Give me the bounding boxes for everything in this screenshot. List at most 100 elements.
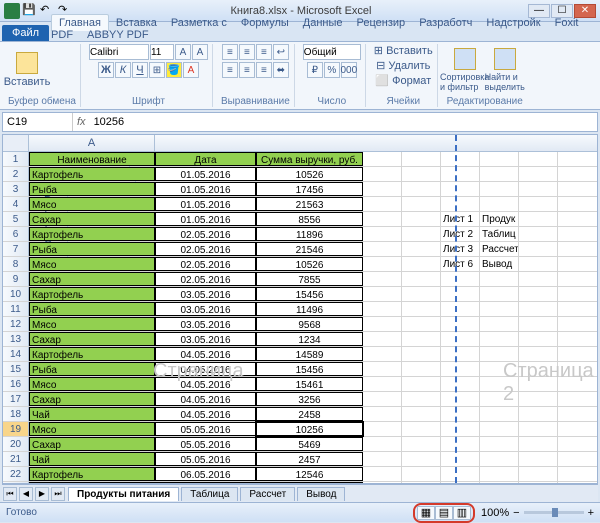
- cell[interactable]: 02.05.2016: [155, 272, 256, 286]
- format-button[interactable]: ⬜ Формат: [375, 74, 431, 87]
- cell[interactable]: 12546: [256, 467, 363, 481]
- cell[interactable]: [441, 452, 480, 466]
- cell[interactable]: [519, 362, 558, 376]
- table-row[interactable]: 9Сахар02.05.20167855: [3, 272, 597, 287]
- cell[interactable]: 15456: [256, 287, 363, 301]
- paste-button[interactable]: Вставить: [8, 46, 46, 94]
- ribbon-tab[interactable]: Формулы: [234, 15, 296, 31]
- cell[interactable]: [402, 212, 441, 226]
- cell[interactable]: [519, 227, 558, 241]
- table-row[interactable]: 18Чай04.05.20162458: [3, 407, 597, 422]
- font-color-icon[interactable]: A: [183, 62, 199, 78]
- row-header[interactable]: 9: [3, 272, 29, 286]
- percent-icon[interactable]: %: [324, 62, 340, 78]
- table-row[interactable]: 8Мясо02.05.201610526Лист 6Вывод: [3, 257, 597, 272]
- cell[interactable]: [363, 152, 402, 166]
- cell[interactable]: [519, 167, 558, 181]
- cell[interactable]: [363, 482, 402, 484]
- cell[interactable]: 05.05.2016: [155, 452, 256, 466]
- tab-first-icon[interactable]: ⏮: [3, 487, 17, 501]
- cell[interactable]: [480, 167, 519, 181]
- cell[interactable]: [402, 362, 441, 376]
- currency-icon[interactable]: ₽: [307, 62, 323, 78]
- cell[interactable]: 10526: [256, 167, 363, 181]
- cell[interactable]: [402, 422, 441, 436]
- cell[interactable]: Мясо: [29, 197, 155, 211]
- cell[interactable]: [363, 467, 402, 481]
- cell[interactable]: Наименование: [29, 152, 155, 166]
- cell[interactable]: Сахар: [29, 332, 155, 346]
- row-header[interactable]: 19: [3, 422, 29, 436]
- cell[interactable]: [402, 197, 441, 211]
- cell[interactable]: Рыба: [29, 242, 155, 256]
- cell[interactable]: [480, 362, 519, 376]
- cell[interactable]: 9568: [256, 317, 363, 331]
- cell[interactable]: 02.05.2016: [155, 227, 256, 241]
- cell[interactable]: 03.05.2016: [155, 332, 256, 346]
- cell[interactable]: 03.05.2016: [155, 317, 256, 331]
- cell[interactable]: 21546: [256, 242, 363, 256]
- cell[interactable]: 03.05.2016: [155, 302, 256, 316]
- cell[interactable]: [441, 302, 480, 316]
- cell[interactable]: [441, 152, 480, 166]
- cell[interactable]: [402, 167, 441, 181]
- cell[interactable]: [363, 182, 402, 196]
- cell[interactable]: [402, 317, 441, 331]
- table-row[interactable]: 6Картофель02.05.201611896Лист 2Таблиц: [3, 227, 597, 242]
- cell[interactable]: [519, 197, 558, 211]
- cell[interactable]: Картофель: [29, 467, 155, 481]
- table-row[interactable]: 7Рыба02.05.201621546Лист 3Рассчет: [3, 242, 597, 257]
- cell[interactable]: 02.05.2016: [155, 257, 256, 271]
- cell[interactable]: Чай: [29, 452, 155, 466]
- row-header[interactable]: 11: [3, 302, 29, 316]
- cell[interactable]: 04.05.2016: [155, 377, 256, 391]
- cell[interactable]: Дата: [155, 152, 256, 166]
- ribbon-tab[interactable]: Разметка с: [164, 15, 234, 31]
- underline-icon[interactable]: Ч: [132, 62, 148, 78]
- cell[interactable]: [441, 347, 480, 361]
- cell[interactable]: [519, 332, 558, 346]
- italic-icon[interactable]: К: [115, 62, 131, 78]
- align-mid-icon[interactable]: ≡: [239, 44, 255, 60]
- cell[interactable]: [441, 392, 480, 406]
- cell[interactable]: [519, 392, 558, 406]
- cell[interactable]: [441, 167, 480, 181]
- cell[interactable]: Сахар: [29, 272, 155, 286]
- sheet-tab[interactable]: Рассчет: [240, 487, 295, 501]
- cell[interactable]: [363, 362, 402, 376]
- row-header[interactable]: 14: [3, 347, 29, 361]
- cell[interactable]: [519, 347, 558, 361]
- table-row[interactable]: 17Сахар04.05.20163256: [3, 392, 597, 407]
- cell[interactable]: 04.05.2016: [155, 347, 256, 361]
- cell[interactable]: 8556: [256, 212, 363, 226]
- cell[interactable]: [441, 287, 480, 301]
- cell[interactable]: [363, 407, 402, 421]
- align-right-icon[interactable]: ≡: [256, 62, 272, 78]
- cell[interactable]: [363, 392, 402, 406]
- cell[interactable]: [441, 362, 480, 376]
- cell[interactable]: [441, 317, 480, 331]
- cell[interactable]: [519, 407, 558, 421]
- table-row[interactable]: 2Картофель01.05.201610526: [3, 167, 597, 182]
- cell[interactable]: [441, 407, 480, 421]
- table-row[interactable]: 15Рыба04.05.201615456: [3, 362, 597, 377]
- cell[interactable]: 01.05.2016: [155, 182, 256, 196]
- file-tab[interactable]: Файл: [2, 25, 49, 41]
- cell[interactable]: [402, 302, 441, 316]
- cell[interactable]: Рыба: [29, 302, 155, 316]
- tab-last-icon[interactable]: ⏭: [51, 487, 65, 501]
- cell[interactable]: 15461: [256, 377, 363, 391]
- cell[interactable]: 01.05.2016: [155, 167, 256, 181]
- delete-button[interactable]: ⊟ Удалить: [376, 59, 430, 72]
- font-size[interactable]: [150, 44, 174, 60]
- cell[interactable]: Чай: [29, 407, 155, 421]
- cell[interactable]: [363, 302, 402, 316]
- row-header[interactable]: 12: [3, 317, 29, 331]
- shrink-font-icon[interactable]: A: [192, 44, 208, 60]
- row-header[interactable]: 2: [3, 167, 29, 181]
- select-all-corner[interactable]: [3, 135, 29, 151]
- cell[interactable]: [480, 287, 519, 301]
- font-name[interactable]: [89, 44, 149, 60]
- row-header[interactable]: 23: [3, 482, 29, 484]
- cell[interactable]: [441, 272, 480, 286]
